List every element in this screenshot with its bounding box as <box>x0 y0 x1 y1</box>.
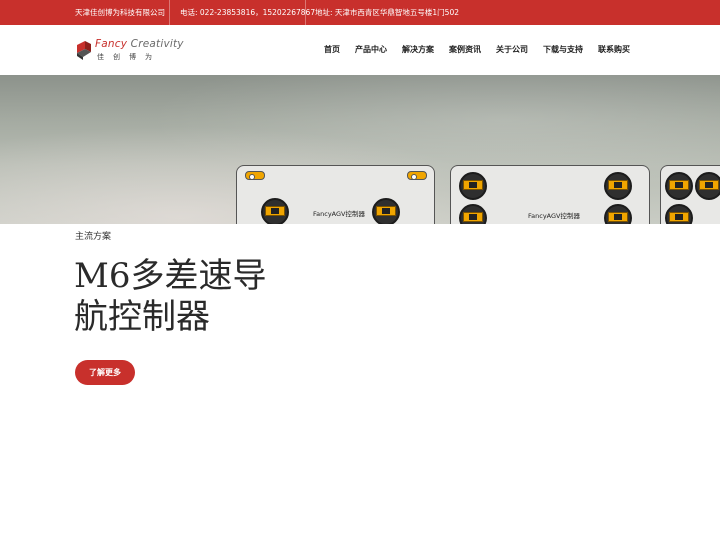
page-title: M6多差速导 航控制器 <box>74 256 394 338</box>
wheel-module-icon <box>459 172 487 202</box>
address-info: 地址: 天津市西青区华鼎智地五号楼1门502 <box>315 8 459 17</box>
site-header: Fancy Creativity 佳创博为 首页 产品中心 解决方案 案例资讯 … <box>0 25 720 75</box>
logo-text-cn: 佳创博为 <box>97 53 161 61</box>
nav-contact[interactable]: 联系购买 <box>598 25 630 75</box>
wheel-module-icon <box>261 198 289 224</box>
hero-banner: FancyAGV控制器 FancyAGV控制器 <box>0 75 720 224</box>
logo-text-fancy: Fancy <box>95 38 128 50</box>
phone-info: 电话: 022-23853816，15202267867 <box>180 8 316 17</box>
board-connector-icon <box>245 171 265 180</box>
section-subtitle: 主流方案 <box>75 232 112 242</box>
agv-controller-board-image: FancyAGV控制器 <box>450 165 650 224</box>
learn-more-button[interactable]: 了解更多 <box>75 360 135 385</box>
wheel-module-icon <box>665 172 693 202</box>
nav-download[interactable]: 下载与支持 <box>543 25 583 75</box>
board-label: FancyAGV控制器 <box>313 210 365 218</box>
nav-products[interactable]: 产品中心 <box>355 25 387 75</box>
wheel-module-icon <box>604 172 632 202</box>
agv-controller-board-image <box>660 165 720 224</box>
nav-cases[interactable]: 案例资讯 <box>449 25 481 75</box>
topbar-divider <box>305 0 306 25</box>
wheel-module-icon <box>695 172 720 202</box>
wheel-module-icon <box>372 198 400 224</box>
nav-home[interactable]: 首页 <box>324 25 340 75</box>
top-info-bar: 天津佳创博为科技有限公司 电话: 022-23853816，1520226786… <box>0 0 720 25</box>
wheel-module-icon <box>604 204 632 224</box>
nav-solutions[interactable]: 解决方案 <box>402 25 434 75</box>
site-logo[interactable]: Fancy Creativity 佳创博为 <box>75 37 185 65</box>
board-connector-icon <box>407 171 427 180</box>
wheel-module-icon <box>665 204 693 224</box>
logo-mark-icon <box>77 41 91 60</box>
wheel-module-icon <box>459 204 487 224</box>
board-label: FancyAGV控制器 <box>528 212 580 220</box>
logo-text-en: Fancy Creativity <box>95 38 184 50</box>
title-line-1: M6多差速导 <box>74 256 267 296</box>
topbar-divider <box>169 0 170 25</box>
agv-controller-board-image: FancyAGV控制器 <box>236 165 435 224</box>
logo-text-creativity: Creativity <box>130 38 184 50</box>
company-name: 天津佳创博为科技有限公司 <box>75 8 165 17</box>
title-line-2: 航控制器 <box>74 297 210 337</box>
nav-about[interactable]: 关于公司 <box>496 25 528 75</box>
